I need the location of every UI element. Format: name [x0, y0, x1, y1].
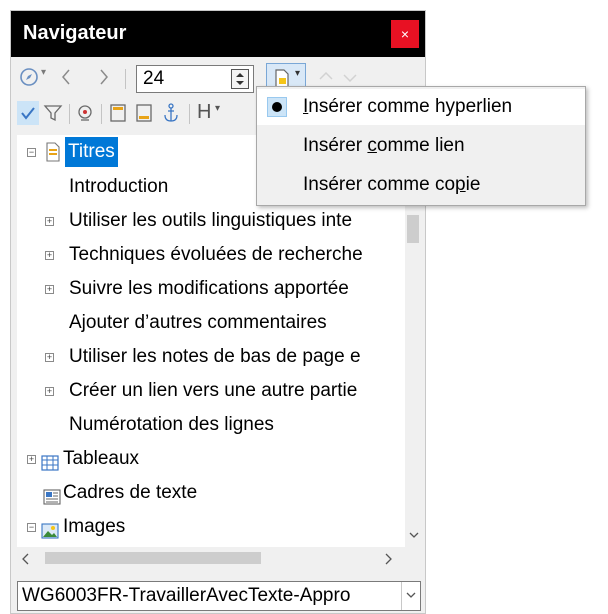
menu-item-insert-hyperlink[interactable]: Insérer comme hyperlien — [257, 89, 585, 125]
scroll-right-icon[interactable] — [383, 552, 393, 570]
filter-icon[interactable] — [43, 103, 63, 128]
tree-item-label: Titres — [65, 137, 118, 167]
expand-icon[interactable]: + — [45, 353, 54, 362]
menu-item-label: Insérer comme hyperlien — [303, 96, 513, 117]
expand-icon[interactable]: + — [45, 387, 54, 396]
expand-icon[interactable]: + — [27, 455, 36, 464]
collapse-icon[interactable]: − — [27, 523, 36, 532]
tree-item-label: Créer un lien vers une autre partie — [69, 380, 358, 401]
horizontal-scrollbar[interactable] — [17, 547, 421, 569]
scroll-down-icon[interactable] — [409, 527, 419, 545]
tree-item-label: Techniques évoluées de recherche — [69, 244, 363, 265]
menu-item-label: Insérer comme copie — [303, 174, 481, 195]
scroll-left-icon[interactable] — [21, 552, 31, 570]
dropdown-arrow-icon[interactable]: ▾ — [215, 103, 220, 114]
tree-item-introduction[interactable]: Introduction — [69, 172, 168, 202]
heading-levels-icon[interactable]: H — [197, 101, 211, 124]
document-select[interactable]: WG6003FR-TravaillerAvecTexte-Appro — [17, 581, 421, 611]
spin-arrows-icon[interactable] — [231, 69, 249, 89]
tree-item-images[interactable]: − Images — [17, 512, 421, 542]
chapter-spin-value: 24 — [143, 68, 165, 89]
toolbar-separator — [189, 104, 190, 124]
text-frame-icon — [43, 485, 61, 515]
close-button[interactable]: × — [391, 20, 419, 48]
set-reminder-icon[interactable] — [75, 103, 95, 128]
toolbar-separator — [69, 104, 70, 124]
tree-item-commentaires[interactable]: Ajouter d’autres commentaires — [69, 308, 327, 338]
tree-item-label: Utiliser les notes de bas de page e — [69, 346, 361, 367]
expand-icon[interactable]: + — [45, 251, 54, 260]
headings-icon — [45, 142, 61, 172]
chapter-spin-field[interactable]: 24 — [136, 65, 254, 93]
title-bar: Navigateur × — [11, 11, 425, 57]
anchor-icon[interactable] — [161, 102, 181, 129]
horizontal-scroll-thumb[interactable] — [45, 552, 261, 564]
dropdown-arrow-icon[interactable]: ▾ — [41, 67, 46, 78]
tree-item-label: Suivre les modifications apportée — [69, 278, 349, 299]
image-icon — [41, 519, 59, 547]
menu-item-insert-copy[interactable]: Insérer comme copie — [257, 167, 585, 203]
header-icon[interactable] — [109, 103, 127, 128]
toolbar-separator — [101, 104, 102, 124]
previous-icon[interactable] — [59, 65, 73, 94]
tree-item-numerotation[interactable]: Numérotation des lignes — [69, 410, 274, 440]
navigate-compass-icon[interactable] — [19, 67, 39, 92]
window-title: Navigateur — [23, 22, 127, 44]
tree-item-label: Cadres de texte — [63, 482, 198, 503]
expand-icon[interactable]: + — [45, 285, 54, 294]
table-icon — [41, 451, 59, 481]
next-icon[interactable] — [97, 65, 111, 94]
document-select-value: WG6003FR-TravaillerAvecTexte-Appro — [22, 585, 351, 606]
menu-item-label: Insérer comme lien — [303, 135, 465, 156]
tree-item-cadres-texte[interactable]: Cadres de texte — [17, 478, 421, 508]
tree-item-label: Introduction — [69, 176, 169, 197]
tree-item-label: Numérotation des lignes — [69, 414, 274, 435]
dropdown-arrow-icon: ▾ — [295, 68, 301, 79]
drag-mode-menu: Insérer comme hyperlien Insérer comme li… — [256, 86, 586, 206]
tree-item-recherche[interactable]: + Techniques évoluées de recherche — [17, 240, 421, 270]
tree-item-label: Utiliser les outils linguistiques inte — [69, 210, 353, 231]
tree-item-lien-autre-partie[interactable]: + Créer un lien vers une autre partie — [17, 376, 421, 406]
tree-item-modifications[interactable]: + Suivre les modifications apportée — [17, 274, 421, 304]
expand-icon[interactable]: + — [45, 217, 54, 226]
chevron-down-icon[interactable] — [401, 582, 420, 610]
content-view-icon[interactable] — [17, 101, 39, 125]
tree-item-label: Images — [63, 516, 126, 537]
tree-item-tableaux[interactable]: + Tableaux — [17, 444, 421, 474]
tree-item-label: Tableaux — [63, 448, 140, 469]
menu-item-insert-link[interactable]: Insérer comme lien — [257, 128, 585, 164]
vertical-scroll-thumb[interactable] — [407, 215, 419, 243]
tree-item-outils-linguistiques[interactable]: + Utiliser les outils linguistiques inte — [17, 206, 421, 236]
tree-item-label: Ajouter d’autres commentaires — [69, 312, 327, 333]
radio-checked-icon — [267, 97, 287, 117]
collapse-icon[interactable]: − — [27, 148, 36, 157]
toolbar-separator — [125, 69, 126, 89]
footer-icon[interactable] — [135, 103, 153, 128]
tree-item-notes-bas-de-page[interactable]: + Utiliser les notes de bas de page e — [17, 342, 421, 372]
